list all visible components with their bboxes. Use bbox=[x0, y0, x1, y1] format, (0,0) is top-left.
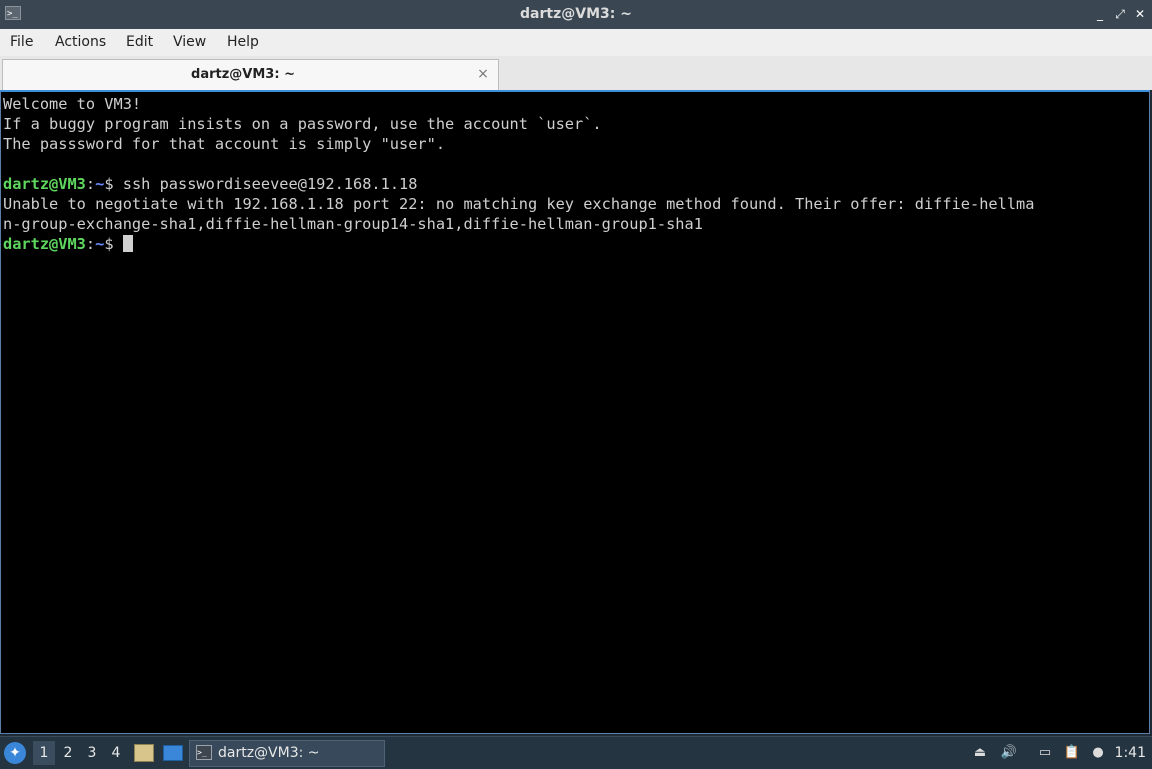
volume-icon[interactable]: 🔊 bbox=[999, 744, 1019, 762]
start-menu-icon[interactable]: ✦ bbox=[4, 742, 26, 764]
menu-file[interactable]: File bbox=[10, 29, 33, 56]
menu-actions[interactable]: Actions bbox=[55, 29, 106, 56]
motd-line: The passsword for that account is simply… bbox=[3, 135, 446, 153]
show-desktop-icon[interactable] bbox=[163, 745, 183, 761]
motd-line: If a buggy program insists on a password… bbox=[3, 115, 602, 133]
menu-help[interactable]: Help bbox=[227, 29, 259, 56]
menu-view[interactable]: View bbox=[173, 29, 206, 56]
tab-terminal[interactable]: dartz@VM3: ~ × bbox=[2, 59, 499, 90]
eject-icon[interactable]: ⏏ bbox=[971, 744, 989, 762]
menu-edit[interactable]: Edit bbox=[126, 29, 153, 56]
tab-close-icon[interactable]: × bbox=[476, 66, 490, 82]
command-text: ssh passwordiseevee@192.168.1.18 bbox=[122, 175, 418, 193]
prompt-user: dartz@VM3 bbox=[3, 235, 86, 253]
motd-line: Welcome to VM3! bbox=[3, 95, 142, 113]
notification-icon[interactable]: ● bbox=[1089, 744, 1107, 762]
minimize-icon[interactable]: _ bbox=[1092, 6, 1108, 22]
terminal-icon: >_ bbox=[196, 745, 212, 760]
output-line: n-group-exchange-sha1,diffie-hellman-gro… bbox=[3, 215, 703, 233]
network-icon[interactable]: ▭ bbox=[1035, 744, 1055, 762]
terminal-view[interactable]: Welcome to VM3! If a buggy program insis… bbox=[0, 90, 1150, 734]
close-icon[interactable]: ✕ bbox=[1132, 6, 1148, 22]
prompt-symbol: $ bbox=[104, 235, 123, 253]
output-line: Unable to negotiate with 192.168.1.18 po… bbox=[3, 195, 1035, 213]
file-manager-icon[interactable] bbox=[134, 744, 154, 762]
clipboard-icon[interactable]: 📋 bbox=[1062, 744, 1082, 762]
command-line: dartz@VM3:~$ ssh passwordiseevee@192.168… bbox=[3, 174, 1149, 194]
window-titlebar[interactable]: >_ dartz@VM3: ~ _ ⤢ ✕ bbox=[0, 0, 1152, 30]
taskbar-window-button[interactable]: >_ dartz@VM3: ~ bbox=[189, 740, 385, 767]
menu-bar: File Actions Edit View Help bbox=[0, 29, 1152, 57]
text-cursor bbox=[122, 235, 133, 252]
desktop-switcher-3[interactable]: 3 bbox=[81, 741, 103, 765]
maximize-icon[interactable]: ⤢ bbox=[1112, 6, 1128, 22]
prompt-user: dartz@VM3 bbox=[3, 175, 86, 193]
taskbar-window-label: dartz@VM3: ~ bbox=[218, 745, 320, 761]
prompt-symbol: $ bbox=[104, 175, 123, 193]
window-title: dartz@VM3: ~ bbox=[520, 6, 632, 22]
prompt-path: ~ bbox=[95, 235, 105, 253]
desktop-switcher-1[interactable]: 1 bbox=[33, 741, 55, 765]
desktop-switcher-4[interactable]: 4 bbox=[105, 741, 127, 765]
prompt-path: ~ bbox=[95, 175, 105, 193]
prompt-separator: : bbox=[85, 235, 96, 253]
tab-label: dartz@VM3: ~ bbox=[191, 67, 295, 82]
current-prompt-line: dartz@VM3:~$ bbox=[3, 234, 1149, 254]
desktop-switcher-2[interactable]: 2 bbox=[57, 741, 79, 765]
tab-bar: dartz@VM3: ~ × bbox=[0, 56, 1152, 90]
prompt-separator: : bbox=[85, 175, 96, 193]
taskbar: ✦ 1 2 3 4 >_ dartz@VM3: ~ ⏏ 🔊 ▭ 📋 ● 1:41 bbox=[0, 736, 1152, 769]
clock[interactable]: 1:41 bbox=[1115, 737, 1146, 769]
